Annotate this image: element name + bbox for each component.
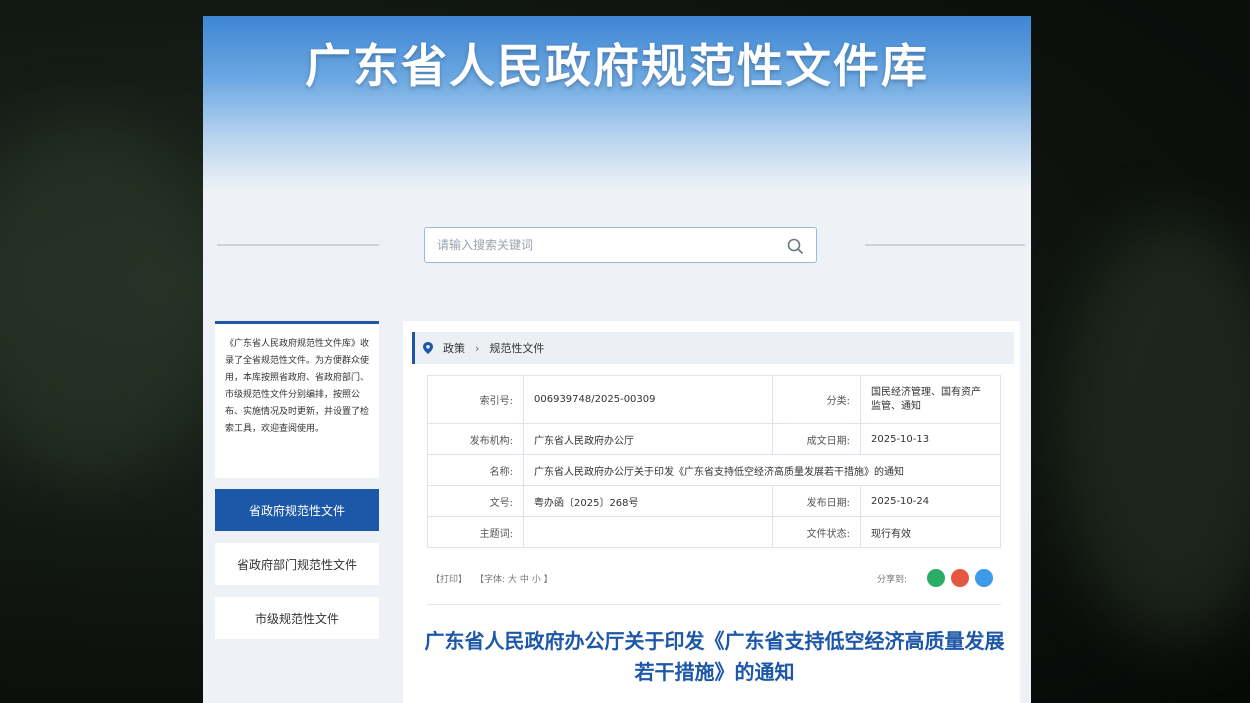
document-metadata-table: 索引号: 006939748/2025-00309 分类: 国民经济管理、国有资… — [427, 375, 1001, 548]
background-foliage — [0, 120, 220, 480]
divider-line — [217, 244, 379, 246]
table-row: 名称: 广东省人民政府办公厅关于印发《广东省支持低空经济高质量发展若干措施》的通… — [427, 454, 1001, 486]
sidebar-item-provincial-departments[interactable]: 省政府部门规范性文件 — [215, 543, 379, 585]
breadcrumb-link-policy[interactable]: 政策 — [443, 340, 465, 356]
site-title: 广东省人民政府规范性文件库 — [305, 39, 929, 93]
search-input[interactable] — [425, 228, 816, 262]
header-banner: 广东省人民政府规范性文件库 — [203, 16, 1031, 191]
document-number-label: 文号: — [427, 485, 524, 517]
divider-line — [865, 244, 1025, 246]
print-button[interactable]: 【打印】 — [431, 572, 467, 585]
keywords-value — [523, 516, 773, 548]
name-label: 名称: — [427, 454, 524, 486]
content-divider — [427, 604, 1001, 605]
location-pin-icon — [423, 342, 433, 354]
index-label: 索引号: — [427, 375, 524, 424]
font-size-suffix: 】 — [543, 575, 553, 585]
status-label: 文件状态: — [772, 516, 861, 548]
sidebar-item-municipal[interactable]: 市级规范性文件 — [215, 597, 379, 639]
font-size-prefix: 【字体: — [475, 575, 506, 585]
wechat-share-icon[interactable] — [927, 569, 945, 587]
library-intro: 《广东省人民政府规范性文件库》收录了全省规范性文件。为方便群众使用，本库按照省政… — [215, 321, 379, 478]
font-size-control: 【字体: 大 中 小 】 — [475, 572, 553, 585]
index-value: 006939748/2025-00309 — [523, 375, 773, 424]
document-number-value: 粤办函〔2025〕268号 — [523, 485, 773, 517]
created-date-label: 成文日期: — [772, 423, 861, 455]
font-medium-button[interactable]: 中 — [520, 575, 529, 585]
font-small-button[interactable]: 小 — [532, 575, 541, 585]
published-date-value: 2025-10-24 — [860, 485, 1001, 517]
table-row: 发布机构: 广东省人民政府办公厅 成文日期: 2025-10-13 — [427, 423, 1001, 455]
breadcrumb-link-normative-documents[interactable]: 规范性文件 — [489, 340, 544, 356]
issuer-value: 广东省人民政府办公厅 — [523, 423, 773, 455]
background-foliage — [1060, 220, 1250, 640]
chevron-right-icon: › — [475, 341, 480, 355]
search-icon[interactable] — [786, 237, 804, 255]
table-row: 主题词: 文件状态: 现行有效 — [427, 516, 1001, 548]
browser-page: 广东省人民政府规范性文件库 《广东省人民政府规范性文件库》收录了全省规范性文件。… — [203, 16, 1031, 703]
document-toolbar: 【打印】 【字体: 大 中 小 】 分享到: — [427, 569, 1001, 589]
category-label: 分类: — [772, 375, 861, 424]
search-box[interactable] — [424, 227, 817, 263]
document-title: 广东省人民政府办公厅关于印发《广东省支持低空经济高质量发展若干措施》的通知 — [424, 629, 1005, 684]
keywords-label: 主题词: — [427, 516, 524, 548]
issuer-label: 发布机构: — [427, 423, 524, 455]
sidebar: 《广东省人民政府规范性文件库》收录了全省规范性文件。为方便群众使用，本库按照省政… — [215, 321, 379, 639]
name-value: 广东省人民政府办公厅关于印发《广东省支持低空经济高质量发展若干措施》的通知 — [523, 454, 1001, 486]
table-row: 文号: 粤办函〔2025〕268号 发布日期: 2025-10-24 — [427, 485, 1001, 517]
status-value: 现行有效 — [860, 516, 1001, 548]
sidebar-item-provincial-government[interactable]: 省政府规范性文件 — [215, 489, 379, 531]
breadcrumb: 政策 › 规范性文件 — [412, 332, 1014, 364]
main-content: 政策 › 规范性文件 索引号: 006939748/2025-00309 分类:… — [403, 321, 1020, 703]
created-date-value: 2025-10-13 — [860, 423, 1001, 455]
search-row — [203, 227, 1031, 263]
qq-share-icon[interactable] — [975, 569, 993, 587]
table-row: 索引号: 006939748/2025-00309 分类: 国民经济管理、国有资… — [427, 375, 1001, 424]
weibo-share-icon[interactable] — [951, 569, 969, 587]
font-large-button[interactable]: 大 — [508, 575, 517, 585]
published-date-label: 发布日期: — [772, 485, 861, 517]
category-value: 国民经济管理、国有资产监管、通知 — [860, 375, 1001, 424]
share-label: 分享到: — [877, 575, 908, 585]
